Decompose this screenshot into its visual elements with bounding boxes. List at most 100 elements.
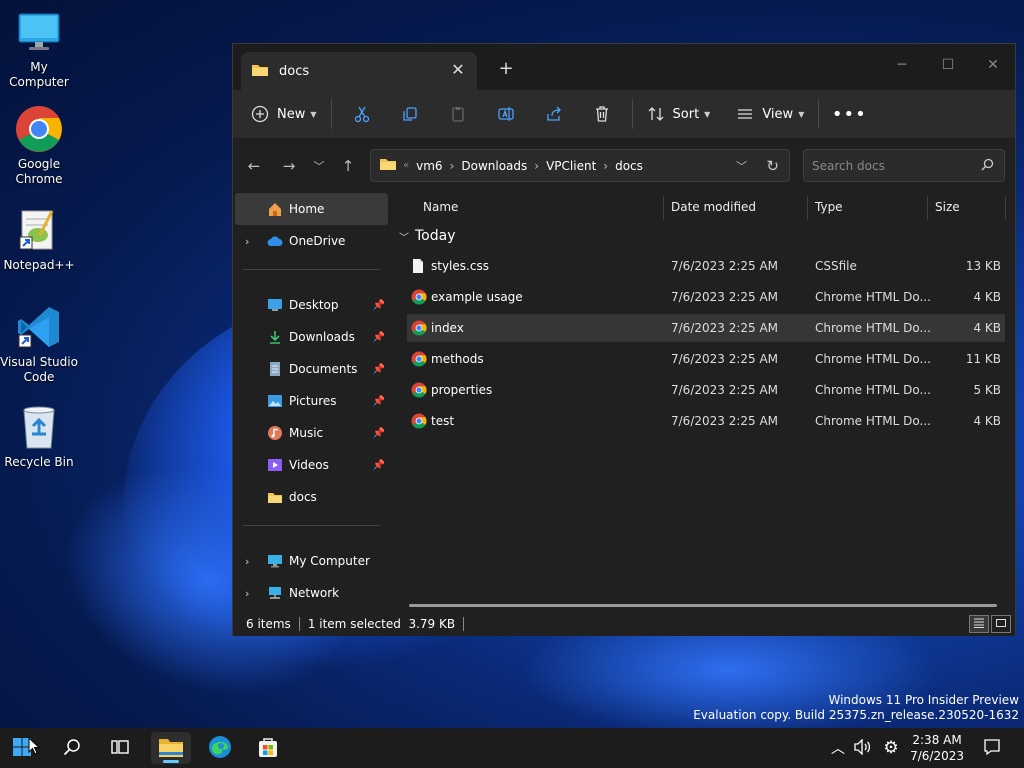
view-button[interactable]: View ▼	[728, 98, 812, 130]
file-row-index[interactable]: index 7/6/2023 2:25 AM Chrome HTML Do...…	[407, 314, 1005, 342]
desktop-icon-chrome[interactable]: Google Chrome	[0, 105, 78, 187]
column-divider[interactable]	[1005, 196, 1006, 220]
column-divider[interactable]	[927, 196, 928, 220]
file-size: 11 KB	[965, 352, 1001, 366]
recent-locations-button[interactable]: ﹀	[307, 155, 331, 177]
system-clock[interactable]: 2:38 AM 7/6/2023	[910, 732, 964, 764]
cut-button[interactable]	[338, 98, 386, 130]
folder-icon	[251, 63, 269, 80]
sidebar-item-home[interactable]: Home	[235, 193, 388, 225]
file-size: 4 KB	[973, 290, 1001, 304]
breadcrumb-vm6[interactable]: vm6	[416, 159, 442, 173]
title-bar[interactable]: docs ✕ + ─ ☐ ✕	[233, 44, 1015, 90]
up-button[interactable]: ↑	[336, 155, 360, 177]
column-divider[interactable]	[663, 196, 664, 220]
folder-icon	[267, 489, 283, 505]
file-row-test[interactable]: test 7/6/2023 2:25 AM Chrome HTML Do... …	[407, 407, 1005, 435]
column-header-type[interactable]: Type	[815, 192, 843, 222]
tiles-view-button[interactable]	[991, 615, 1011, 633]
copy-button[interactable]	[386, 98, 434, 130]
sidebar-item-music[interactable]: Music 📌	[235, 417, 388, 449]
new-tab-button[interactable]: +	[495, 58, 517, 80]
close-tab-icon[interactable]: ✕	[449, 61, 467, 79]
breadcrumb-vpclient[interactable]: VPClient	[546, 159, 596, 173]
start-button[interactable]	[2, 732, 42, 764]
back-button[interactable]: ←	[242, 155, 266, 177]
sidebar-item-network[interactable]: › Network	[235, 577, 388, 609]
task-view-button[interactable]	[100, 732, 140, 764]
column-header-name[interactable]: Name	[423, 192, 458, 222]
pin-icon: 📌	[372, 459, 385, 471]
file-row-example-usage[interactable]: example usage 7/6/2023 2:25 AM Chrome HT…	[407, 283, 1005, 311]
address-bar[interactable]: « vm6 › Downloads › VPClient › docs ﹀ ↻	[370, 149, 790, 182]
desktop-icon-my-computer[interactable]: My Computer	[0, 8, 78, 90]
sidebar-item-label: Network	[289, 586, 340, 600]
notifications-button[interactable]	[972, 732, 1012, 764]
sidebar-item-docs[interactable]: docs	[235, 481, 388, 513]
address-dropdown-icon[interactable]: ﹀	[736, 158, 747, 174]
sidebar-item-onedrive[interactable]: › OneDrive	[235, 225, 388, 257]
new-button[interactable]: New ▼	[243, 98, 325, 130]
sidebar-item-documents[interactable]: Documents 📌	[235, 353, 388, 385]
forward-button[interactable]: →	[277, 155, 301, 177]
paste-button[interactable]	[434, 98, 482, 130]
horizontal-scrollbar[interactable]	[409, 604, 997, 607]
sidebar-item-videos[interactable]: Videos 📌	[235, 449, 388, 481]
sidebar-item-pictures[interactable]: Pictures 📌	[235, 385, 388, 417]
sort-button[interactable]: Sort ▼	[639, 98, 719, 130]
settings-button[interactable]: ⚙	[874, 732, 908, 764]
column-header-size[interactable]: Size	[935, 192, 960, 222]
search-icon[interactable]	[981, 158, 994, 174]
pin-icon: 📌	[372, 331, 385, 343]
store-icon	[257, 736, 279, 761]
file-list: Name Date modified Type Size ﹀ Today sty…	[391, 192, 1015, 612]
breadcrumb-downloads[interactable]: Downloads	[461, 159, 527, 173]
sidebar-item-my-computer[interactable]: › My Computer	[235, 545, 388, 577]
gear-icon: ⚙	[883, 738, 899, 758]
chevron-right-icon: ›	[603, 158, 609, 173]
chevron-right-icon[interactable]: ›	[245, 235, 249, 248]
sidebar-item-downloads[interactable]: Downloads 📌	[235, 321, 388, 353]
details-view-button[interactable]	[969, 615, 989, 633]
share-icon	[546, 106, 561, 121]
search-input[interactable]: Search docs	[803, 149, 1005, 182]
search-button[interactable]	[52, 732, 92, 764]
share-button[interactable]	[530, 98, 578, 130]
file-row-methods[interactable]: methods 7/6/2023 2:25 AM Chrome HTML Do.…	[407, 345, 1005, 373]
overflow-chevron-icon[interactable]: «	[403, 160, 409, 171]
file-explorer-window[interactable]: docs ✕ + ─ ☐ ✕ New ▼ Sort ▼ View ▼ ••• ←…	[232, 43, 1016, 636]
desktop-icon-recycle-bin[interactable]: Recycle Bin	[0, 403, 78, 470]
file-date: 7/6/2023 2:25 AM	[671, 290, 779, 304]
desktop-icon-vscode[interactable]: Visual Studio Code	[0, 303, 78, 385]
file-explorer-taskbar-button[interactable]	[151, 732, 191, 764]
tab-docs[interactable]: docs ✕	[241, 52, 477, 90]
store-taskbar-button[interactable]	[248, 732, 288, 764]
file-date: 7/6/2023 2:25 AM	[671, 352, 779, 366]
column-divider[interactable]	[807, 196, 808, 220]
more-options-button[interactable]: •••	[825, 98, 873, 130]
minimize-button[interactable]: ─	[879, 50, 925, 80]
chevron-right-icon[interactable]: ›	[245, 555, 249, 568]
search-placeholder: Search docs	[812, 158, 885, 173]
close-window-button[interactable]: ✕	[970, 50, 1016, 80]
chevron-right-icon[interactable]: ›	[245, 587, 249, 600]
paste-icon	[451, 107, 464, 122]
chevron-down-icon: ▼	[704, 109, 711, 119]
clock-date: 7/6/2023	[910, 749, 964, 763]
active-indicator	[163, 760, 179, 763]
edge-taskbar-button[interactable]	[200, 732, 240, 764]
delete-button[interactable]	[578, 98, 626, 130]
folder-icon	[158, 736, 184, 761]
mouse-cursor-icon	[28, 736, 41, 758]
breadcrumb-docs[interactable]: docs	[615, 159, 643, 173]
rename-button[interactable]	[482, 98, 530, 130]
group-header-today[interactable]: ﹀ Today	[399, 228, 456, 244]
chevron-down-icon: ▼	[798, 109, 805, 119]
desktop-icon-notepadpp[interactable]: Notepad++	[0, 206, 78, 273]
maximize-button[interactable]: ☐	[925, 50, 971, 80]
refresh-icon[interactable]: ↻	[766, 157, 779, 175]
file-row-styles-css[interactable]: styles.css 7/6/2023 2:25 AM CSSfile 13 K…	[407, 252, 1005, 280]
sidebar-item-desktop[interactable]: Desktop 📌	[235, 289, 388, 321]
column-header-date[interactable]: Date modified	[671, 192, 756, 222]
file-row-properties[interactable]: properties 7/6/2023 2:25 AM Chrome HTML …	[407, 376, 1005, 404]
